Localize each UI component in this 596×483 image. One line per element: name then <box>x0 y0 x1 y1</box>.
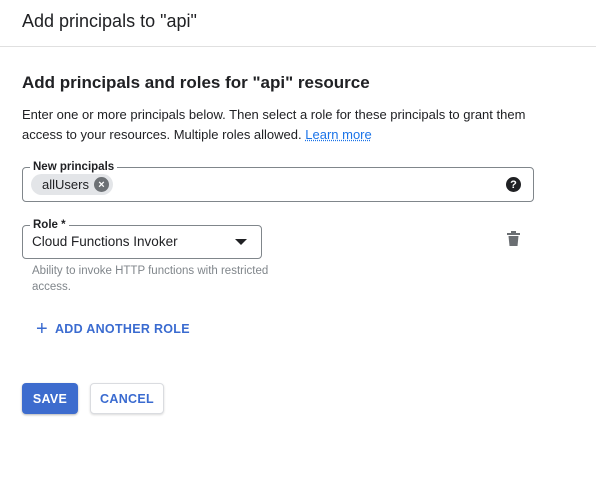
chip-label: allUsers <box>42 177 89 192</box>
section-description: Enter one or more principals below. Then… <box>22 105 542 145</box>
role-label: Role * <box>30 218 69 232</box>
save-button[interactable]: SAVE <box>22 383 78 414</box>
add-role-label: ADD ANOTHER ROLE <box>54 322 190 336</box>
cancel-button[interactable]: CANCEL <box>90 383 164 414</box>
section-heading: Add principals and roles for "api" resou… <box>22 73 370 92</box>
dropdown-caret-icon <box>235 239 247 245</box>
delete-role-icon[interactable] <box>507 231 520 246</box>
divider <box>0 46 596 47</box>
remove-chip-icon[interactable]: × <box>93 177 109 192</box>
new-principals-input[interactable]: New principals allUsers × ? <box>22 160 534 202</box>
role-value: Cloud Functions Invoker <box>32 234 178 249</box>
dialog-title: Add principals to "api" <box>22 11 197 31</box>
role-helper-text: Ability to invoke HTTP functions with re… <box>32 265 269 293</box>
new-principals-label: New principals <box>30 160 118 174</box>
principal-chip: allUsers × <box>31 174 113 195</box>
add-another-role-button[interactable]: + ADD ANOTHER ROLE <box>36 318 190 340</box>
learn-more-link[interactable]: Learn more <box>305 127 371 142</box>
description-text: Enter one or more principals below. Then… <box>22 107 526 142</box>
plus-icon: + <box>36 318 48 340</box>
role-select[interactable]: Role * Cloud Functions Invoker <box>22 218 262 259</box>
help-icon[interactable]: ? <box>506 177 521 192</box>
